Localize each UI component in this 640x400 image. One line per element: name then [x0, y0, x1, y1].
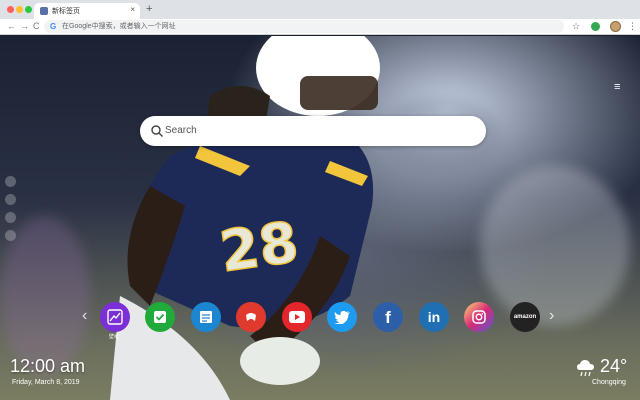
shortcut-facebook[interactable]: f: [373, 302, 403, 332]
google-icon: G: [50, 22, 57, 31]
shortcut-amazon[interactable]: amazon: [510, 302, 540, 332]
gamepad-icon: [246, 313, 256, 321]
youtube-icon: [289, 311, 305, 323]
twitter-bird-icon: [334, 310, 350, 324]
shortcut-label: 壁纸: [109, 334, 120, 340]
weather-temperature: 24°: [600, 356, 628, 376]
cloud-rain-icon: [577, 360, 594, 377]
facebook-icon: f: [385, 307, 391, 327]
bookmark-star-icon[interactable]: ☆: [572, 21, 580, 32]
search-placeholder: Search: [165, 125, 197, 136]
jersey-number: 28: [216, 210, 302, 285]
shortcut-youtube[interactable]: [282, 302, 312, 332]
search-icon: [151, 125, 163, 137]
chart-line-icon: [107, 309, 123, 325]
shortcut-gamepad[interactable]: [236, 302, 266, 332]
side-dot-icon[interactable]: [5, 176, 16, 187]
shortcuts-next-arrow[interactable]: ›: [549, 307, 554, 325]
shortcut-checklist[interactable]: [145, 302, 175, 332]
linkedin-icon: in: [427, 309, 441, 325]
shortcut-twitter[interactable]: [327, 302, 357, 332]
shortcut-instagram[interactable]: [464, 302, 494, 332]
search-bar[interactable]: Search: [140, 116, 486, 146]
side-dot-icon[interactable]: [5, 212, 16, 223]
address-bar[interactable]: G 在Google中搜索，或者输入一个网址: [44, 20, 564, 33]
address-bar-placeholder: 在Google中搜索，或者输入一个网址: [62, 23, 176, 30]
clock-date: Friday, March 8, 2019: [12, 379, 80, 386]
shortcut-notes[interactable]: [191, 302, 221, 332]
side-dot-icon[interactable]: [5, 230, 16, 241]
window-maximize-icon[interactable]: [25, 6, 32, 13]
tab-close-icon[interactable]: ×: [130, 5, 135, 14]
side-dot-icon[interactable]: [5, 194, 16, 205]
settings-menu-icon[interactable]: ≡: [614, 82, 626, 93]
extension-icon[interactable]: [591, 22, 600, 31]
window-close-icon[interactable]: [7, 6, 14, 13]
forward-button[interactable]: →: [20, 20, 29, 33]
wallpaper-background: 28 ≡: [0, 36, 640, 400]
tab-favicon-icon: [40, 7, 48, 15]
football-player-photo: 28: [110, 36, 380, 400]
checkmark-icon: [154, 311, 166, 323]
tab-title: 新标签页: [52, 8, 80, 15]
notes-icon: [200, 311, 212, 323]
shortcuts-prev-arrow[interactable]: ‹: [82, 307, 87, 325]
reload-button[interactable]: C: [33, 20, 40, 33]
window-minimize-icon[interactable]: [16, 6, 23, 13]
browser-menu-button[interactable]: ⋮: [628, 20, 637, 33]
tab-new-tab[interactable]: 新标签页 ×: [34, 3, 140, 19]
new-tab-button[interactable]: +: [146, 3, 152, 15]
browser-tab-strip: 新标签页 × +: [0, 0, 640, 19]
profile-avatar[interactable]: [610, 21, 621, 32]
face-shape: [300, 76, 378, 110]
weather-city: Chongqing: [592, 379, 626, 386]
instagram-icon: [472, 310, 486, 324]
clock-time: 12:00 am: [10, 356, 86, 376]
shortcut-linkedin[interactable]: in: [419, 302, 449, 332]
glove-shape: [240, 337, 320, 385]
shortcut-photo-editor[interactable]: [100, 302, 130, 332]
amazon-icon: amazon: [513, 313, 537, 320]
browser-toolbar: ← → C G 在Google中搜索，或者输入一个网址 ☆ ⋮: [0, 19, 640, 35]
back-button[interactable]: ←: [7, 20, 16, 33]
